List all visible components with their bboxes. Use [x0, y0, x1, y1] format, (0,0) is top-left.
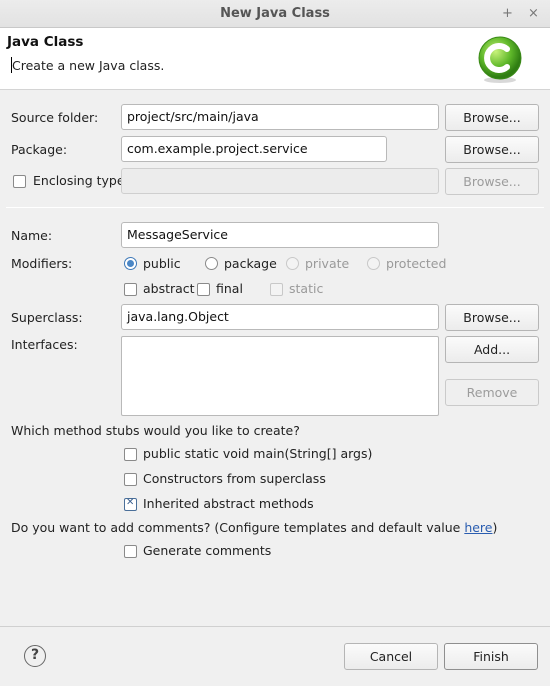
- protected-radio: [367, 257, 380, 270]
- pin-icon[interactable]: +: [502, 6, 513, 22]
- source-folder-browse-button[interactable]: Browse...: [445, 104, 539, 131]
- enclosing-type-browse-button: Browse...: [445, 168, 539, 195]
- private-radio: [286, 257, 299, 270]
- wizard-header: Java Class Create a new Java class.: [0, 28, 550, 90]
- modifiers-label: Modifiers:: [11, 256, 73, 271]
- static-checkbox: [270, 283, 283, 296]
- page-description: Create a new Java class.: [12, 58, 165, 73]
- final-checkbox[interactable]: [197, 283, 210, 296]
- abstract-label: abstract: [143, 281, 195, 296]
- static-label: static: [289, 281, 324, 296]
- source-folder-label: Source folder:: [11, 110, 99, 125]
- footer-separator: [0, 626, 550, 627]
- finish-button[interactable]: Finish: [444, 643, 538, 670]
- generate-comments-label: Generate comments: [143, 543, 272, 558]
- help-icon[interactable]: ?: [24, 645, 46, 667]
- interfaces-label: Interfaces:: [11, 337, 78, 352]
- package-label: Package:: [11, 142, 68, 157]
- interfaces-remove-button: Remove: [445, 379, 539, 406]
- enclosing-type-input: [121, 168, 439, 194]
- superclass-input[interactable]: java.lang.Object: [121, 304, 439, 330]
- comments-question: Do you want to add comments? (Configure …: [11, 520, 498, 535]
- page-title: Java Class: [7, 34, 84, 50]
- java-class-icon: [478, 36, 522, 83]
- final-label: final: [216, 281, 243, 296]
- superclass-label: Superclass:: [11, 310, 83, 325]
- interfaces-add-button[interactable]: Add...: [445, 336, 539, 363]
- name-input[interactable]: MessageService: [121, 222, 439, 248]
- close-icon[interactable]: ×: [528, 6, 539, 22]
- package-browse-button[interactable]: Browse...: [445, 136, 539, 163]
- protected-label: protected: [386, 256, 447, 271]
- main-method-checkbox[interactable]: [124, 448, 137, 461]
- source-folder-input[interactable]: project/src/main/java: [121, 104, 439, 130]
- method-stubs-question: Which method stubs would you like to cre…: [11, 423, 300, 438]
- package-input[interactable]: com.example.project.service: [121, 136, 387, 162]
- generate-comments-checkbox[interactable]: [124, 545, 137, 558]
- inherited-methods-checkbox[interactable]: [124, 497, 137, 511]
- package-radio[interactable]: [205, 257, 218, 270]
- title-bar: New Java Class: [0, 0, 550, 28]
- interfaces-list[interactable]: [121, 336, 439, 416]
- separator: [6, 207, 544, 208]
- main-method-label: public static void main(String[] args): [143, 446, 373, 461]
- constructors-label: Constructors from superclass: [143, 471, 326, 486]
- package-modifier-label: package: [224, 256, 277, 271]
- public-label: public: [143, 256, 181, 271]
- constructors-checkbox[interactable]: [124, 473, 137, 486]
- superclass-browse-button[interactable]: Browse...: [445, 304, 539, 331]
- abstract-checkbox[interactable]: [124, 283, 137, 296]
- enclosing-type-label: Enclosing type:: [33, 173, 129, 188]
- window-title: New Java Class: [220, 6, 330, 21]
- cancel-button[interactable]: Cancel: [344, 643, 438, 670]
- public-radio[interactable]: [124, 257, 137, 270]
- name-label: Name:: [11, 228, 53, 243]
- private-label: private: [305, 256, 350, 271]
- enclosing-type-checkbox[interactable]: [13, 175, 26, 188]
- inherited-methods-label: Inherited abstract methods: [143, 496, 314, 511]
- configure-templates-link[interactable]: here: [464, 520, 492, 535]
